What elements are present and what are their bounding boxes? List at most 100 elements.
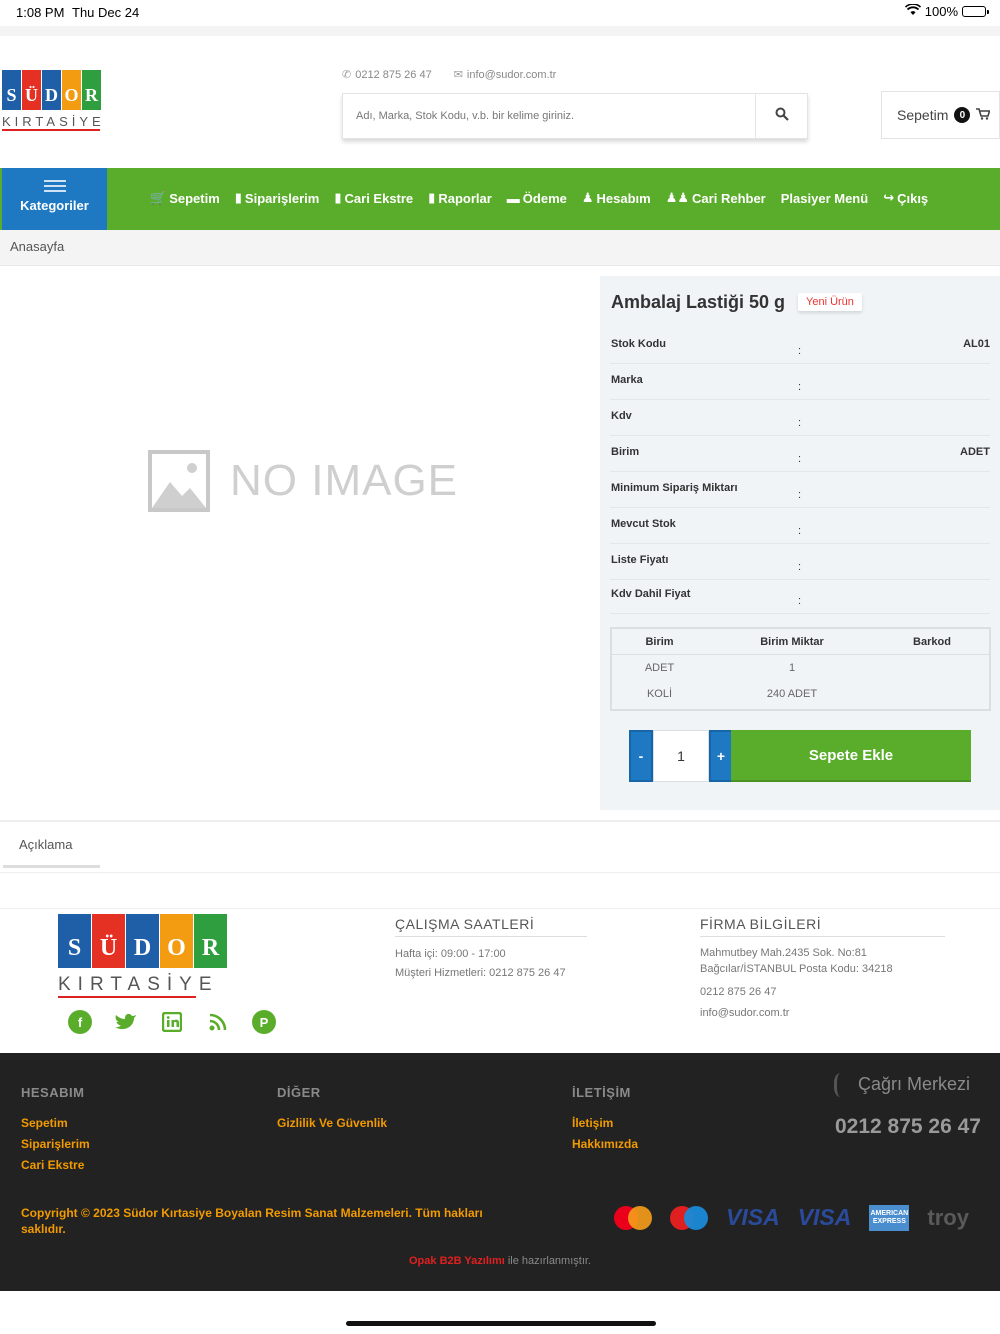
- footer-link-hakkimizda[interactable]: Hakkımızda: [572, 1134, 638, 1155]
- attr-row: Birim: ADET: [610, 436, 990, 472]
- footer-col-title: İLETİŞİM: [572, 1085, 631, 1100]
- logo-tile: R: [194, 914, 227, 968]
- units-header-cell: Birim: [645, 635, 674, 648]
- pinterest-icon[interactable]: P: [252, 1010, 276, 1034]
- linkedin-icon[interactable]: [160, 1010, 184, 1034]
- file-icon: ▮: [428, 190, 436, 205]
- twitter-icon[interactable]: [114, 1010, 138, 1034]
- nav-item-label: Ödeme: [522, 190, 567, 206]
- made-by-brand[interactable]: Opak B2B Yazılımı: [409, 1255, 505, 1267]
- logo-tile: R: [82, 70, 101, 110]
- nav-item-cikis[interactable]: ↪ Çıkış: [883, 190, 928, 206]
- footer-link-cari-ekstre[interactable]: Cari Ekstre: [21, 1155, 90, 1176]
- logo-tile: O: [160, 914, 193, 968]
- quantity-increase-button[interactable]: +: [709, 730, 733, 782]
- attr-colon: :: [798, 417, 802, 429]
- footer-link-gizlilik[interactable]: Gizlilik Ve Güvenlik: [277, 1113, 387, 1134]
- units-header: Birim Birim Miktar Barkod: [612, 629, 989, 655]
- units-table: Birim Birim Miktar Barkod ADET 1 KOLİ 24…: [610, 627, 991, 711]
- attr-row: Kdv:: [610, 400, 990, 436]
- footer-link-iletisim[interactable]: İletişim: [572, 1113, 638, 1134]
- footer-link-sepetim[interactable]: Sepetim: [21, 1113, 90, 1134]
- phone-icon: [834, 1073, 850, 1097]
- section-divider: [0, 820, 1000, 822]
- logo-tile: O: [62, 70, 81, 110]
- nav-item-cari-rehber[interactable]: ♟♟ Cari Rehber: [666, 190, 766, 206]
- nav-item-label: Plasiyer Menü: [780, 190, 869, 206]
- header-contact: ✆ 0212 875 26 47 ✉ info@sudor.com.tr: [342, 68, 556, 81]
- menu-icon: [43, 180, 66, 192]
- social-links: f P: [68, 1010, 276, 1034]
- nav-item-raporlar[interactable]: ▮ Raporlar: [428, 190, 492, 206]
- units-cell: ADET: [644, 662, 675, 674]
- hours-line: Müşteri Hizmetleri: 0212 875 26 47: [395, 967, 566, 979]
- nav-item-sepetim[interactable]: 🛒 Sepetim: [150, 190, 220, 206]
- attr-colon: :: [798, 489, 802, 501]
- call-center-phone[interactable]: 0212 875 26 47: [835, 1115, 981, 1139]
- phone-icon: ✆: [342, 69, 352, 81]
- nav-item-label: Siparişlerim: [244, 190, 320, 206]
- new-product-badge: Yeni Ürün: [798, 293, 862, 311]
- call-center-label: Çağrı Merkezi: [858, 1073, 971, 1094]
- sign-out-icon: ↪: [883, 190, 895, 205]
- attr-label: Mevcut Stok: [611, 517, 676, 530]
- attr-row: Minimum Sipariş Miktarı:: [610, 472, 990, 508]
- home-indicator[interactable]: [346, 1321, 656, 1326]
- footer-col-links: Gizlilik Ve Güvenlik: [277, 1113, 387, 1134]
- hours-text: Hafta içi: 09:00 - 17:00 Müşteri Hizmetl…: [395, 945, 566, 983]
- nav-item-plasiyer-menu[interactable]: Plasiyer Menü: [781, 190, 868, 206]
- no-image-text: NO IMAGE: [230, 456, 459, 505]
- attr-label: Stok Kodu: [611, 337, 666, 350]
- status-right: 100%: [904, 3, 989, 19]
- nav-item-odeme[interactable]: ▬ Ödeme: [507, 190, 567, 206]
- header-cart-label: Sepetim: [897, 107, 949, 123]
- nav-item-siparislerim[interactable]: ▮ Siparişlerim: [235, 190, 320, 206]
- troy-icon: troy: [927, 1204, 969, 1230]
- logo-tile: Ü: [92, 914, 125, 968]
- hours-title: ÇALIŞMA SAATLERİ: [395, 916, 587, 937]
- attr-colon: :: [798, 525, 802, 537]
- units-cell: 240 ADET: [766, 688, 818, 700]
- site-logo[interactable]: S Ü D O R KIRTASİYE: [2, 70, 102, 136]
- users-icon: ♟♟: [665, 190, 690, 205]
- attr-row: Liste Fiyatı:: [610, 544, 990, 580]
- company-title: FİRMA BİLGİLERİ: [700, 916, 945, 937]
- quantity-input[interactable]: [653, 730, 709, 782]
- nav-item-label: Hesabım: [596, 190, 651, 206]
- footer-logo[interactable]: S Ü D O R KIRTASİYE: [58, 914, 227, 998]
- table-row: KOLİ 240 ADET: [612, 681, 989, 707]
- company-phone[interactable]: 0212 875 26 47: [700, 983, 893, 1002]
- footer-col-title: DİĞER: [277, 1085, 321, 1100]
- payment-logos: VISA VISA AMERICAN EXPRESS troy: [614, 1204, 969, 1231]
- company-email[interactable]: info@sudor.com.tr: [700, 1004, 893, 1023]
- nav-item-label: Cari Ekstre: [344, 190, 414, 206]
- facebook-icon[interactable]: f: [68, 1010, 92, 1034]
- categories-button[interactable]: Kategoriler: [2, 168, 107, 230]
- header-cart-button[interactable]: Sepetim 0: [881, 91, 1000, 139]
- search-button[interactable]: [755, 94, 807, 138]
- header-email[interactable]: ✉ info@sudor.com.tr: [454, 68, 557, 81]
- add-to-cart-button[interactable]: Sepete Ekle: [731, 730, 971, 782]
- status-time: 1:08 PM: [16, 5, 65, 20]
- search-input[interactable]: [343, 94, 755, 138]
- header-phone[interactable]: ✆ 0212 875 26 47: [342, 68, 432, 81]
- attr-colon: :: [798, 453, 802, 465]
- cart-count-badge: 0: [954, 107, 971, 123]
- nav-item-hesabim[interactable]: ♟ Hesabım: [582, 190, 651, 206]
- visa-electron-icon: VISA: [797, 1204, 852, 1230]
- logo-tiles: S Ü D O R: [58, 914, 227, 968]
- company-text: Mahmutbey Mah.2435 Sok. No:81 Bağcılar/İ…: [700, 945, 893, 1023]
- rss-icon[interactable]: [206, 1010, 230, 1034]
- footer-link-siparislerim[interactable]: Siparişlerim: [21, 1134, 90, 1155]
- top-strip: [0, 26, 1000, 36]
- nav-item-cari-ekstre[interactable]: ▮ Cari Ekstre: [334, 190, 413, 206]
- quantity-stepper: - +: [629, 730, 733, 782]
- file-icon: ▮: [234, 190, 242, 205]
- call-center: Çağrı Merkezi: [834, 1073, 970, 1097]
- attr-label: Minimum Sipariş Miktarı: [611, 481, 738, 494]
- table-row: ADET 1: [612, 655, 989, 681]
- breadcrumb-home[interactable]: Anasayfa: [10, 239, 64, 254]
- tab-description[interactable]: Açıklama: [3, 822, 100, 868]
- breadcrumb: Anasayfa: [0, 230, 1000, 266]
- quantity-decrease-button[interactable]: -: [629, 730, 653, 782]
